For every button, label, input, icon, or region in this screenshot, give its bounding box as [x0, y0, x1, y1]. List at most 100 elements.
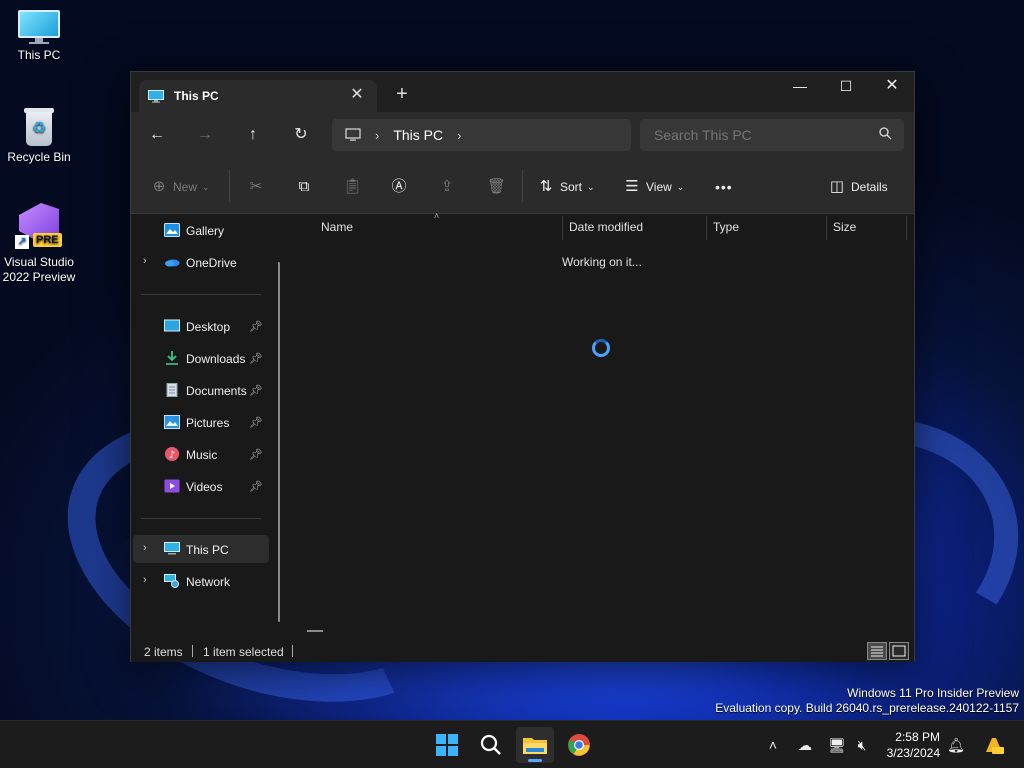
horizontal-scrollbar[interactable]: [307, 630, 323, 632]
close-window-button[interactable]: ✕: [869, 72, 915, 102]
sidebar-item-gallery[interactable]: Gallery: [133, 216, 269, 244]
file-explorer-window: This PC ✕ + — ☐ ✕ ← → ↑ ↻ › This PC › Se…: [130, 71, 915, 662]
network-status-icon[interactable]: 🖥︎: [828, 736, 846, 754]
sidebar-item-label: Videos: [186, 480, 223, 494]
chevron-down-icon: ⌄: [676, 181, 685, 192]
column-header-name[interactable]: Name: [321, 214, 353, 240]
tiles-view-button[interactable]: [889, 642, 909, 660]
expand-chevron-icon[interactable]: ›: [143, 255, 147, 267]
back-button[interactable]: ←: [144, 124, 170, 146]
sidebar-item-downloads[interactable]: Downloads 📌︎: [133, 344, 269, 372]
pin-icon: 📌︎: [249, 481, 263, 493]
view-button[interactable]: ☰ View ⌄: [624, 176, 684, 198]
chrome-icon: [568, 734, 590, 756]
desktop-icon-recycle-bin[interactable]: ♻ Recycle Bin: [0, 106, 78, 165]
sort-label: Sort: [560, 180, 583, 194]
watermark-edition: Windows 11 Pro Insider Preview: [847, 686, 1019, 700]
breadcrumb-chevron-icon[interactable]: ›: [375, 128, 379, 143]
desktop-icon-visual-studio[interactable]: PRE ↗ Visual Studio 2022 Preview: [0, 203, 78, 285]
details-view-button[interactable]: [867, 642, 887, 660]
sidebar-item-label: Documents: [186, 384, 247, 398]
breadcrumb-chevron-icon[interactable]: ›: [457, 128, 461, 143]
this-pc-icon: [148, 89, 164, 103]
expand-chevron-icon[interactable]: ›: [143, 574, 147, 586]
rename-icon: Ⓐ: [391, 178, 407, 195]
show-hidden-icons-button[interactable]: ˄: [764, 736, 782, 754]
sidebar-item-desktop[interactable]: Desktop 📌︎: [133, 312, 269, 340]
notification-bell-icon[interactable]: 🔔︎: [947, 736, 965, 754]
copilot-preview-icon[interactable]: [982, 736, 1006, 754]
up-button[interactable]: ↑: [240, 124, 266, 146]
volume-muted-icon[interactable]: 🔇︎: [853, 736, 871, 754]
sidebar-item-label: Music: [186, 448, 218, 462]
desktop-icon-this-pc[interactable]: This PC: [0, 10, 78, 63]
details-pane-icon: ◫: [829, 178, 845, 195]
new-tab-button[interactable]: +: [391, 84, 413, 106]
search-input[interactable]: [654, 127, 864, 143]
pin-icon: 📌︎: [249, 353, 263, 365]
column-header-size[interactable]: Size: [833, 214, 856, 240]
taskbar: ˄ ☁ 🖥︎ 🔇︎ 2:58 PM 3/23/2024 🔔︎: [0, 720, 1024, 768]
network-icon: [164, 574, 179, 588]
search-taskbar-button[interactable]: [472, 727, 510, 763]
paste-button[interactable]: 📋︎: [343, 176, 365, 198]
rename-button[interactable]: Ⓐ: [391, 176, 413, 198]
search-icon: [480, 734, 501, 755]
sidebar-item-this-pc[interactable]: › This PC: [133, 535, 269, 563]
share-icon: ⇪: [440, 178, 454, 195]
sidebar-item-videos[interactable]: Videos 📌︎: [133, 472, 269, 500]
item-count: 2 items: [144, 645, 183, 659]
refresh-button[interactable]: ↻: [288, 124, 314, 146]
navigation-bar: ← → ↑ ↻ › This PC ›: [131, 112, 914, 158]
desktop-icon: [164, 319, 180, 332]
tab-this-pc[interactable]: This PC ✕: [139, 80, 377, 112]
column-divider[interactable]: [706, 216, 707, 240]
column-divider[interactable]: [826, 216, 827, 240]
sidebar-scrollbar[interactable]: [278, 262, 280, 622]
sidebar-item-music[interactable]: ♪ Music 📌︎: [133, 440, 269, 468]
selection-count: 1 item selected: [203, 645, 284, 659]
share-button[interactable]: ⇪: [439, 176, 461, 198]
file-explorer-taskbar-button[interactable]: [516, 727, 554, 763]
desktop-icon-label: Recycle Bin: [7, 150, 71, 164]
new-label: New: [173, 180, 198, 194]
clock-time: 2:58 PM: [895, 730, 940, 744]
forward-button[interactable]: →: [192, 124, 218, 146]
column-header-date-modified[interactable]: Date modified: [569, 214, 643, 240]
downloads-icon: [166, 351, 178, 365]
evaluation-watermark: Windows 11 Pro Insider Preview Evaluatio…: [715, 686, 1019, 716]
watermark-build: Evaluation copy. Build 26040.rs_prerelea…: [715, 701, 1019, 715]
svg-text:♪: ♪: [169, 450, 175, 461]
toolbar-divider: [229, 170, 230, 202]
copy-button[interactable]: ⧉: [296, 176, 318, 198]
new-button[interactable]: ⊕ New ⌄: [151, 176, 210, 198]
system-clock[interactable]: 2:58 PM 3/23/2024: [880, 729, 940, 761]
sidebar-divider: [141, 294, 261, 295]
more-options-button[interactable]: •••: [715, 176, 733, 198]
close-tab-icon[interactable]: ✕: [349, 87, 365, 103]
expand-chevron-icon[interactable]: ›: [143, 542, 147, 554]
sort-button[interactable]: ⇅ Sort ⌄: [538, 176, 595, 198]
chrome-taskbar-button[interactable]: [560, 727, 598, 763]
sidebar-item-onedrive[interactable]: › OneDrive: [133, 248, 269, 276]
address-bar[interactable]: › This PC ›: [332, 119, 631, 151]
minimize-button[interactable]: —: [777, 72, 823, 102]
tiles-view-icon: [892, 645, 906, 657]
sidebar-item-network[interactable]: › Network: [133, 567, 269, 595]
column-divider[interactable]: [906, 216, 907, 240]
sidebar-item-pictures[interactable]: Pictures 📌︎: [133, 408, 269, 436]
onedrive-offline-icon[interactable]: ☁: [796, 736, 814, 754]
breadcrumb-this-pc[interactable]: This PC: [393, 127, 443, 143]
details-pane-button[interactable]: ◫ Details: [829, 176, 888, 198]
maximize-button[interactable]: ☐: [823, 72, 869, 102]
sidebar-item-documents[interactable]: Documents 📌︎: [133, 376, 269, 404]
column-divider[interactable]: [562, 216, 563, 240]
sidebar-item-label: Pictures: [186, 416, 230, 430]
search-box[interactable]: [640, 119, 904, 151]
paste-icon: 📋︎: [343, 178, 363, 195]
delete-button[interactable]: 🗑︎: [487, 176, 509, 198]
start-button[interactable]: [428, 727, 466, 763]
cut-button[interactable]: ✂: [248, 176, 270, 198]
chevron-down-icon: ⌄: [587, 181, 595, 192]
column-header-type[interactable]: Type: [713, 214, 739, 240]
